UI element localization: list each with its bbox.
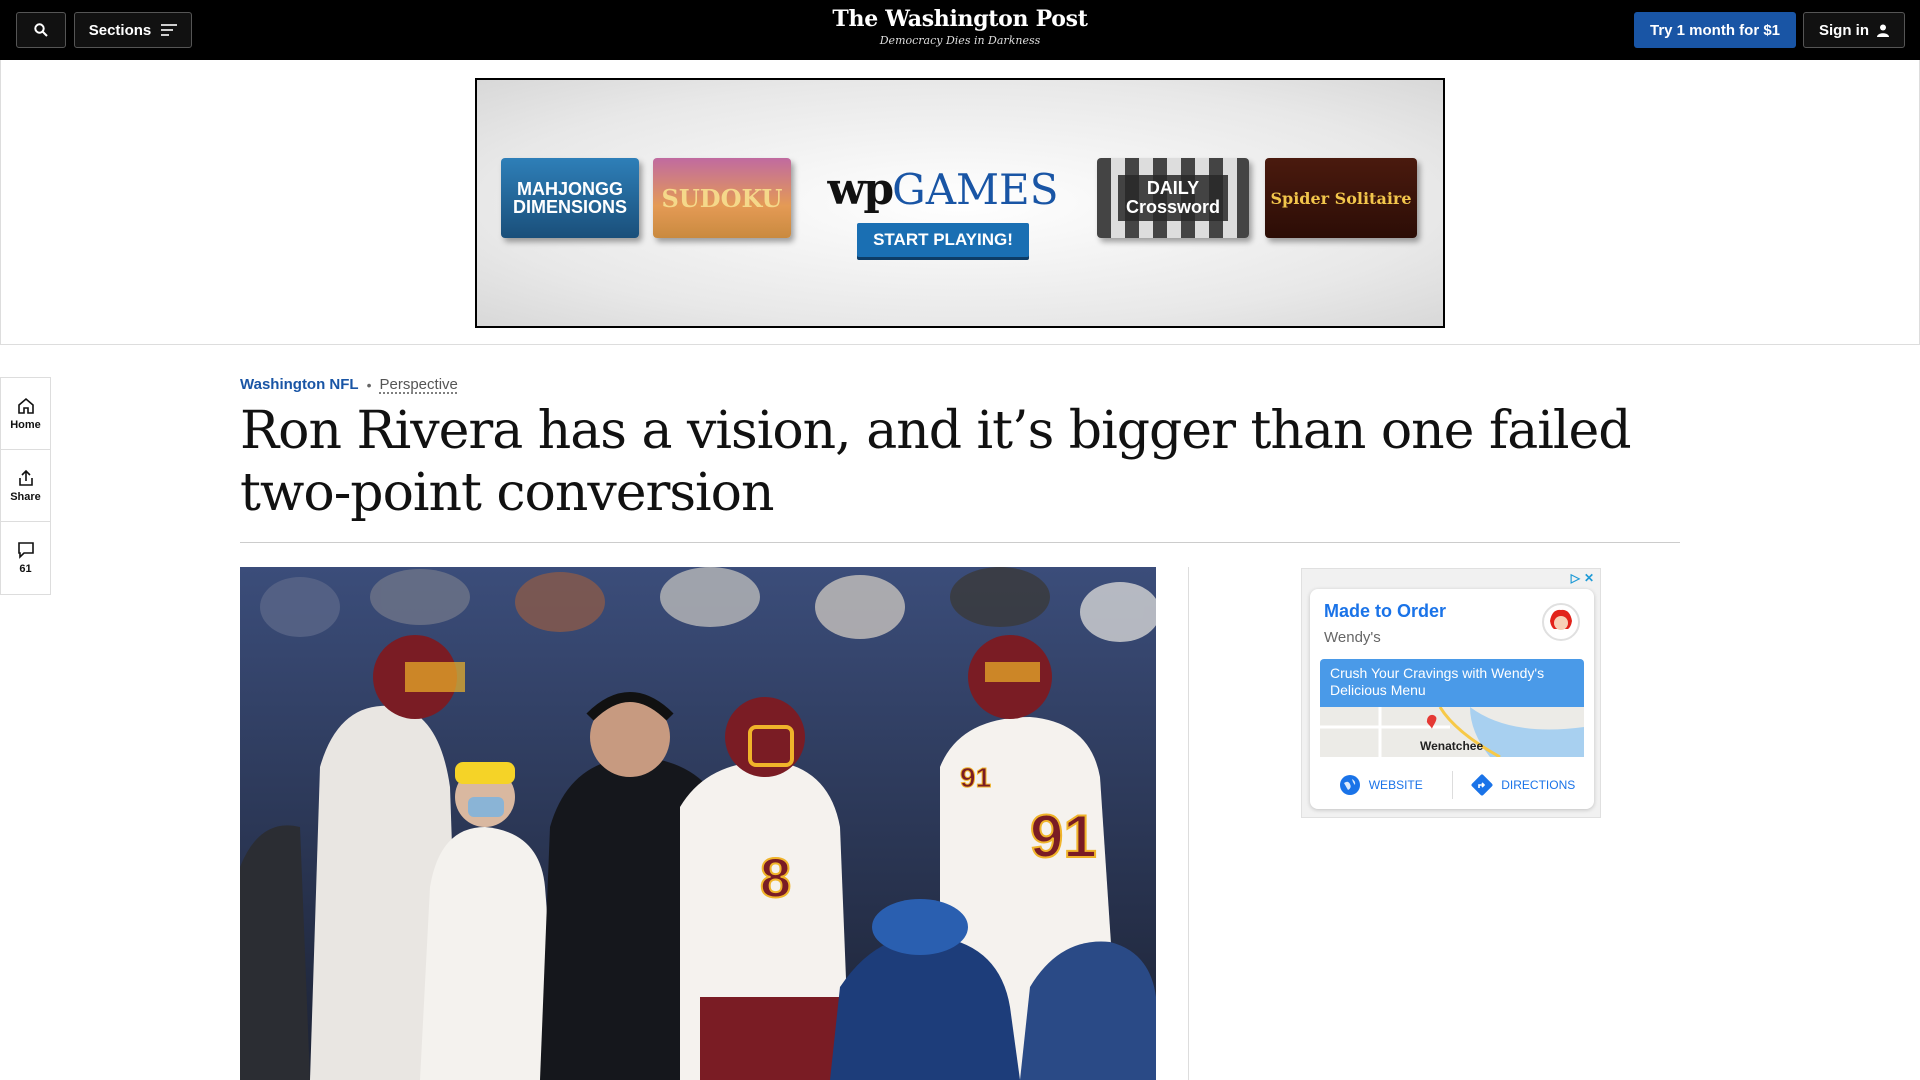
sudoku-label: SUDOKU [661,183,783,213]
rail-home-label: Home [10,418,41,431]
crossword-line2: Crossword [1125,197,1221,217]
column-divider [1188,567,1189,1080]
rail-home[interactable]: Home [1,378,50,450]
map-ad-card[interactable]: Made to Order Wendy's Crush Your Craving… [1310,589,1594,809]
subscribe-button[interactable]: Try 1 month for $1 [1634,12,1796,48]
ad-banner[interactable]: Crush Your Cravings with Wendy's Delicio… [1320,659,1584,707]
lead-photo[interactable]: 91 8 91 [240,567,1156,1080]
close-ad-icon[interactable]: ✕ [1584,571,1594,585]
start-playing-button[interactable]: START PLAYING! [857,223,1029,257]
perspective-label[interactable]: Perspective [380,376,458,393]
logo-tagline: Democracy Dies in Darkness [879,34,1041,47]
sign-in-label: Sign in [1819,21,1869,39]
lead-photo-art: 91 8 91 [240,567,1156,1080]
wp-games-suffix: GAMES [892,165,1059,214]
crossword-tile[interactable]: DAILY Crossword [1097,158,1249,238]
ad-title[interactable]: Made to Order [1324,601,1446,622]
kicker-separator: • [366,376,372,393]
adchoices-icon[interactable]: ▷ [1571,571,1580,585]
rail-comments-count: 61 [19,563,32,575]
directions-button[interactable]: DIRECTIONS [1453,774,1595,796]
rail-share-label: Share [10,490,41,503]
article-headline: Ron Rivera has a vision, and it’s bigger… [240,401,1632,523]
wp-games-brand: wpGAMES START PLAYING! [823,164,1063,257]
spider-label: Spider Solitaire [1270,188,1412,208]
action-rail: Home Share 61 [0,377,51,595]
wendys-logo [1542,603,1580,641]
site-logo[interactable]: The Washington Post Democracy Dies in Da… [0,6,1920,47]
website-button[interactable]: WEBSITE [1310,774,1452,796]
ad-brand: Wendy's [1324,629,1381,646]
ad-map[interactable]: Wenatchee [1320,707,1584,757]
section-link[interactable]: Washington NFL [240,376,359,393]
logo-title: The Washington Post [832,6,1088,32]
headline-divider [240,542,1680,543]
website-label: WEBSITE [1368,778,1423,792]
comment-icon [17,542,34,559]
share-icon [18,469,33,486]
jersey-number-3: 91 [960,762,991,793]
crossword-line1: DAILY [1146,178,1200,199]
mahjong-tile[interactable]: MAHJONGG DIMENSIONS [501,158,639,238]
jersey-number-1: 91 [1030,803,1097,870]
rail-share[interactable]: Share [1,450,50,522]
mahjong-label: MAHJONGG DIMENSIONS [512,179,627,217]
globe-icon [1339,775,1360,795]
wendys-logo-icon [1547,608,1575,636]
user-icon [1877,24,1889,37]
sudoku-tile[interactable]: SUDOKU [653,158,791,238]
top-nav: Sections The Washington Post Democracy D… [0,0,1920,60]
directions-label: DIRECTIONS [1501,778,1576,792]
article-kicker: Washington NFL • Perspective [240,376,458,393]
ad-choices[interactable]: ▷ ✕ [1571,571,1594,585]
wp-games-ad[interactable]: MAHJONGG DIMENSIONS SUDOKU wpGAMES START… [475,78,1445,328]
spider-solitaire-tile[interactable]: Spider Solitaire [1265,158,1417,238]
rail-comments[interactable]: 61 [1,522,50,594]
jersey-number-2: 8 [760,846,791,909]
map-city-label: Wenatchee [1420,739,1484,753]
ad-actions: WEBSITE DIRECTIONS [1310,765,1594,805]
wp-games-prefix: wp [827,164,895,215]
sign-in-button[interactable]: Sign in [1803,12,1905,48]
directions-icon [1471,774,1493,796]
home-icon [17,397,34,414]
side-ad[interactable]: ▷ ✕ Made to Order Wendy's Crush Your Cra… [1301,568,1601,818]
